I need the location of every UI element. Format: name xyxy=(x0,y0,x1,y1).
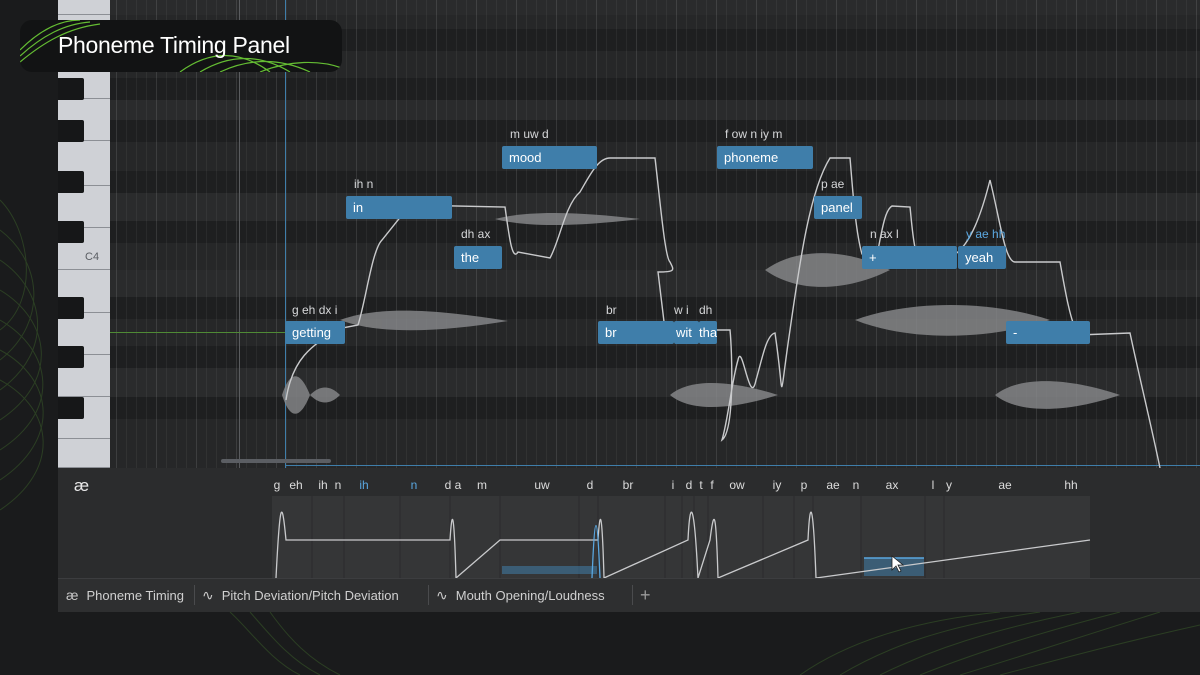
phoneme-hint: ih n xyxy=(354,177,374,191)
phoneme-label[interactable]: p xyxy=(801,478,808,492)
phoneme-label[interactable]: f xyxy=(710,478,713,492)
phoneme-hint: g eh dx i xyxy=(292,303,338,317)
phoneme-label[interactable]: ae xyxy=(826,478,839,492)
black-key[interactable] xyxy=(58,297,84,319)
note-block-selected[interactable]: yeah xyxy=(958,246,1006,269)
wave-icon: ∿ xyxy=(202,587,214,603)
black-key[interactable] xyxy=(58,221,84,243)
horizontal-scrollbar[interactable] xyxy=(221,459,331,463)
tab-phoneme-timing[interactable]: æ Phoneme Timing xyxy=(66,579,184,612)
phoneme-label[interactable]: uw xyxy=(534,478,549,492)
piano-roll-editor: C4 g eh dx i getting ih n in dh ax the m… xyxy=(58,0,1200,612)
phoneme-label[interactable]: l xyxy=(932,478,935,492)
phoneme-hint: dh ax xyxy=(461,227,491,241)
phoneme-label[interactable]: d xyxy=(445,478,452,492)
tab-pitch-deviation[interactable]: ∿ Pitch Deviation/Pitch Deviation xyxy=(202,579,399,612)
phoneme-label[interactable]: ax xyxy=(886,478,899,492)
note-block[interactable]: getting xyxy=(285,321,345,344)
phoneme-hint: m uw d xyxy=(510,127,549,141)
phoneme-ae-icon: æ xyxy=(66,587,79,603)
phoneme-label[interactable]: n xyxy=(411,478,418,492)
black-key[interactable] xyxy=(58,397,84,419)
phoneme-label[interactable]: ih xyxy=(318,478,327,492)
phoneme-label[interactable]: d xyxy=(686,478,693,492)
phoneme-label[interactable]: g xyxy=(274,478,281,492)
phoneme-label[interactable]: ih xyxy=(359,478,368,492)
phoneme-label[interactable]: ae xyxy=(998,478,1011,492)
phoneme-hint: f ow n iy m xyxy=(725,127,783,141)
panel-title: Phoneme Timing Panel xyxy=(58,32,290,58)
phoneme-hint: w i xyxy=(674,303,689,317)
note-block[interactable]: panel xyxy=(814,196,862,219)
phoneme-timing-lane[interactable]: æ g eh ih n ih n d a m uw d br i d t f o… xyxy=(58,468,1200,578)
note-block[interactable]: br xyxy=(598,321,674,344)
black-key[interactable] xyxy=(58,171,84,193)
note-block[interactable]: in xyxy=(346,196,452,219)
tab-divider xyxy=(194,585,195,605)
note-block[interactable]: phoneme xyxy=(717,146,813,169)
phoneme-hint: n ax l xyxy=(870,227,899,241)
black-key[interactable] xyxy=(58,120,84,142)
phoneme-label[interactable]: m xyxy=(477,478,487,492)
phoneme-label[interactable]: a xyxy=(455,478,462,492)
phoneme-hint: dh xyxy=(699,303,713,317)
black-key[interactable] xyxy=(58,346,84,368)
note-block[interactable]: tha xyxy=(699,321,717,344)
note-block[interactable]: + xyxy=(862,246,957,269)
tab-label: Mouth Opening/Loudness xyxy=(455,588,605,603)
phoneme-label[interactable]: br xyxy=(623,478,634,492)
note-block[interactable]: - xyxy=(1006,321,1090,344)
phoneme-label[interactable]: n xyxy=(853,478,860,492)
tab-mouth-opening[interactable]: ∿ Mouth Opening/Loudness xyxy=(436,579,605,612)
phoneme-label[interactable]: eh xyxy=(289,478,302,492)
white-key[interactable] xyxy=(58,0,110,15)
wave-icon: ∿ xyxy=(436,587,448,603)
title-banner: Phoneme Timing Panel xyxy=(20,20,342,72)
app-window: C4 g eh dx i getting ih n in dh ax the m… xyxy=(0,0,1200,675)
note-block[interactable]: wit xyxy=(674,321,699,344)
note-block[interactable]: mood xyxy=(502,146,597,169)
phoneme-label[interactable]: hh xyxy=(1064,478,1077,492)
tab-label: Pitch Deviation/Pitch Deviation xyxy=(221,588,399,603)
phoneme-label[interactable]: i xyxy=(672,478,675,492)
phoneme-hint: y ae hh xyxy=(966,227,1006,241)
black-key[interactable] xyxy=(58,78,84,100)
phoneme-label[interactable]: t xyxy=(699,478,702,492)
phoneme-label[interactable]: iy xyxy=(773,478,782,492)
tab-divider xyxy=(632,585,633,605)
phoneme-label[interactable]: n xyxy=(335,478,342,492)
white-key[interactable] xyxy=(58,439,110,468)
c4-label: C4 xyxy=(85,251,100,263)
phoneme-hint: p ae xyxy=(821,177,845,191)
phoneme-label[interactable]: ow xyxy=(729,478,744,492)
phoneme-hint: br xyxy=(606,303,617,317)
tab-label: Phoneme Timing xyxy=(86,588,185,603)
note-block[interactable]: the xyxy=(454,246,502,269)
lane-tab-bar: æ Phoneme Timing ∿ Pitch Deviation/Pitch D… xyxy=(58,578,1200,612)
phoneme-label[interactable]: d xyxy=(587,478,594,492)
add-tab-button[interactable]: + xyxy=(640,579,651,612)
phoneme-label[interactable]: y xyxy=(946,478,952,492)
tab-divider xyxy=(428,585,429,605)
